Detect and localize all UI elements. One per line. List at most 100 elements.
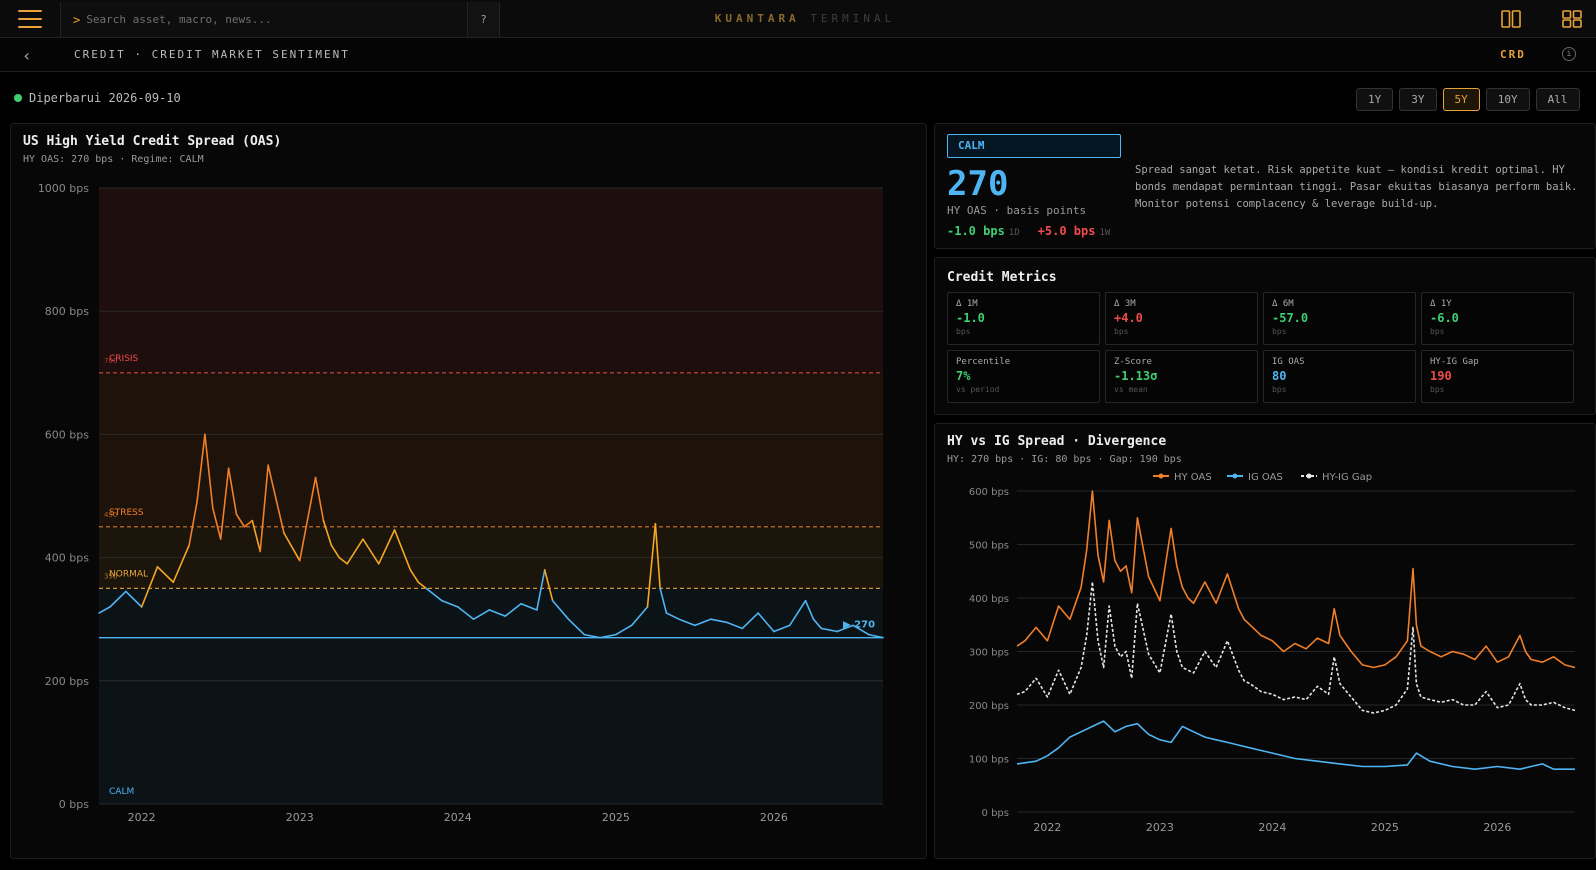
metric-card: Δ 3M +4.0 bps (1105, 292, 1258, 345)
regime-description: Spread sangat ketat. Risk appetite kuat … (1135, 164, 1578, 210)
current-value-label: ▶ 270 (843, 620, 875, 631)
metrics-grid: Δ 1M -1.0 bps Δ 3M +4.0 bps Δ 6M -57.0 bps Δ 1Y -6… (947, 292, 1574, 403)
back-chevron-icon[interactable]: ‹ (22, 46, 32, 65)
y-tick-label: 300 bps (969, 648, 1009, 659)
change-1d: -1.0 bps (947, 224, 1005, 238)
metric-label: Δ 1M (956, 299, 978, 309)
metric-unit: bps (1272, 385, 1287, 394)
help-button[interactable]: ? (468, 2, 500, 37)
metric-value: 7% (956, 369, 971, 383)
divergence-panel: HY vs IG Spread · Divergence HY: 270 bps… (934, 423, 1596, 859)
credit-metrics-title: Credit Metrics (947, 270, 1057, 285)
zone-band-crisis (99, 188, 883, 373)
range-10y-button[interactable]: 10Y (1485, 88, 1530, 111)
search-input[interactable] (86, 13, 457, 26)
metric-value: -6.0 (1430, 311, 1459, 325)
range-all-button[interactable]: All (1535, 88, 1580, 111)
y-tick-label: 400 bps (969, 594, 1009, 605)
x-tick-label: 2025 (602, 811, 630, 824)
legend-item: IG OAS (1227, 472, 1283, 483)
range-selector: 1Y 3Y 5Y 10Y All (1356, 88, 1580, 111)
legend-item: HY OAS (1153, 472, 1212, 483)
grid-layout-icon[interactable] (1562, 10, 1582, 28)
metric-value: +4.0 (1114, 311, 1143, 325)
y-tick-label: 800 bps (45, 305, 89, 318)
divergence-chart[interactable]: 0 bps 100 bps 200 bps 300 bps 400 bps 500 bps… (935, 424, 1595, 858)
metric-unit: bps (1272, 327, 1287, 336)
regime-badge: CALM (947, 134, 1121, 158)
y-tick-label: 100 bps (969, 755, 1009, 766)
x-tick-label: 2026 (1483, 821, 1511, 834)
y-tick-label: 1000 bps (38, 182, 89, 195)
brand-logo: KUANTARA TERMINAL (650, 12, 960, 25)
metric-card: IG OAS 80 bps (1263, 350, 1416, 403)
live-dot-icon (14, 94, 22, 102)
metric-label: Percentile (956, 357, 1011, 367)
metric-card: Percentile 7% vs period (947, 350, 1100, 403)
x-tick-label: 2023 (1146, 821, 1174, 834)
legend-dot (1158, 473, 1164, 479)
metric-unit: bps (1114, 327, 1129, 336)
metric-card: HY-IG Gap 190 bps (1421, 350, 1574, 403)
metric-value: -1.0 (956, 311, 985, 325)
series-line-hy-ig-gap (1016, 581, 1576, 714)
metric-card: Δ 1Y -6.0 bps (1421, 292, 1574, 345)
search-box: > (60, 2, 468, 37)
updated-text: Diperbarui 2026-09-10 (29, 91, 181, 105)
legend-dot (1306, 473, 1312, 479)
legend-label: HY-IG Gap (1322, 472, 1372, 483)
metric-label: Δ 6M (1272, 299, 1294, 309)
metric-value: -57.0 (1272, 311, 1309, 325)
oas-value: 270 (947, 164, 1009, 204)
oas-unit-label: HY OAS · basis points (947, 204, 1087, 217)
metric-label: HY-IG Gap (1430, 357, 1479, 367)
legend-label: IG OAS (1248, 472, 1283, 483)
zone-band-stress (99, 372, 883, 527)
y-tick-label: 600 bps (969, 487, 1009, 498)
series-line-hy-oas (1016, 490, 1576, 669)
y-tick-label: 0 bps (982, 808, 1009, 819)
regime-summary-panel: CALM 270 HY OAS · basis points -1.0 bps 1… (934, 123, 1596, 249)
oas-chart-panel: US High Yield Credit Spread (OAS) HY OAS… (10, 123, 927, 859)
info-icon[interactable]: i (1562, 47, 1576, 61)
range-1y-button[interactable]: 1Y (1356, 88, 1394, 111)
prompt-chevron-icon: > (73, 12, 81, 27)
metric-value: 190 (1430, 369, 1452, 383)
oas-changes: -1.0 bps 1D +5.0 bps 1W (947, 224, 1128, 238)
x-tick-label: 2024 (1258, 821, 1286, 834)
y-tick-label: 0 bps (59, 798, 89, 811)
metric-label: Δ 1Y (1430, 299, 1452, 309)
metric-card: Δ 6M -57.0 bps (1263, 292, 1416, 345)
menu-icon[interactable] (18, 10, 42, 28)
breadcrumb: CREDIT · CREDIT MARKET SENTIMENT (74, 48, 350, 61)
sub-bar: ‹ CREDIT · CREDIT MARKET SENTIMENT CRD i (0, 38, 1596, 72)
legend-dot (1232, 473, 1238, 479)
split-layout-icon[interactable] (1501, 10, 1521, 28)
legend-label: HY OAS (1174, 472, 1212, 483)
x-tick-label: 2023 (286, 811, 314, 824)
y-tick-label: 200 bps (969, 701, 1009, 712)
metric-unit: bps (1430, 327, 1445, 336)
threshold-label: STRESS (109, 508, 144, 518)
threshold-label: NORMAL (109, 569, 148, 579)
ticker-code: CRD (1500, 48, 1526, 61)
metric-value: -1.13σ (1114, 369, 1158, 383)
series-line-ig-oas (1016, 720, 1575, 770)
metric-label: IG OAS (1272, 357, 1305, 367)
update-status: Diperbarui 2026-09-10 (14, 91, 181, 105)
x-tick-label: 2022 (1033, 821, 1061, 834)
x-tick-label: 2022 (128, 811, 156, 824)
credit-metrics-panel: Credit Metrics Δ 1M -1.0 bps Δ 3M +4.0 bps Δ 6… (934, 257, 1596, 415)
range-3y-button[interactable]: 3Y (1399, 88, 1437, 111)
metric-unit: bps (1430, 385, 1445, 394)
y-tick-label: 500 bps (969, 541, 1009, 552)
x-tick-label: 2025 (1371, 821, 1399, 834)
metric-card: Δ 1M -1.0 bps (947, 292, 1100, 345)
range-5y-button[interactable]: 5Y (1442, 88, 1480, 111)
metric-label: Z-Score (1114, 357, 1152, 367)
change-1w-tag: 1W (1099, 228, 1111, 238)
oas-chart[interactable]: 0 bps 200 bps 400 bps 600 bps 800 bps 1000 bp… (11, 124, 926, 858)
brand-secondary: TERMINAL (810, 12, 896, 25)
top-bar: > ? KUANTARA TERMINAL (0, 0, 1596, 38)
metric-card: Z-Score -1.13σ vs mean (1105, 350, 1258, 403)
